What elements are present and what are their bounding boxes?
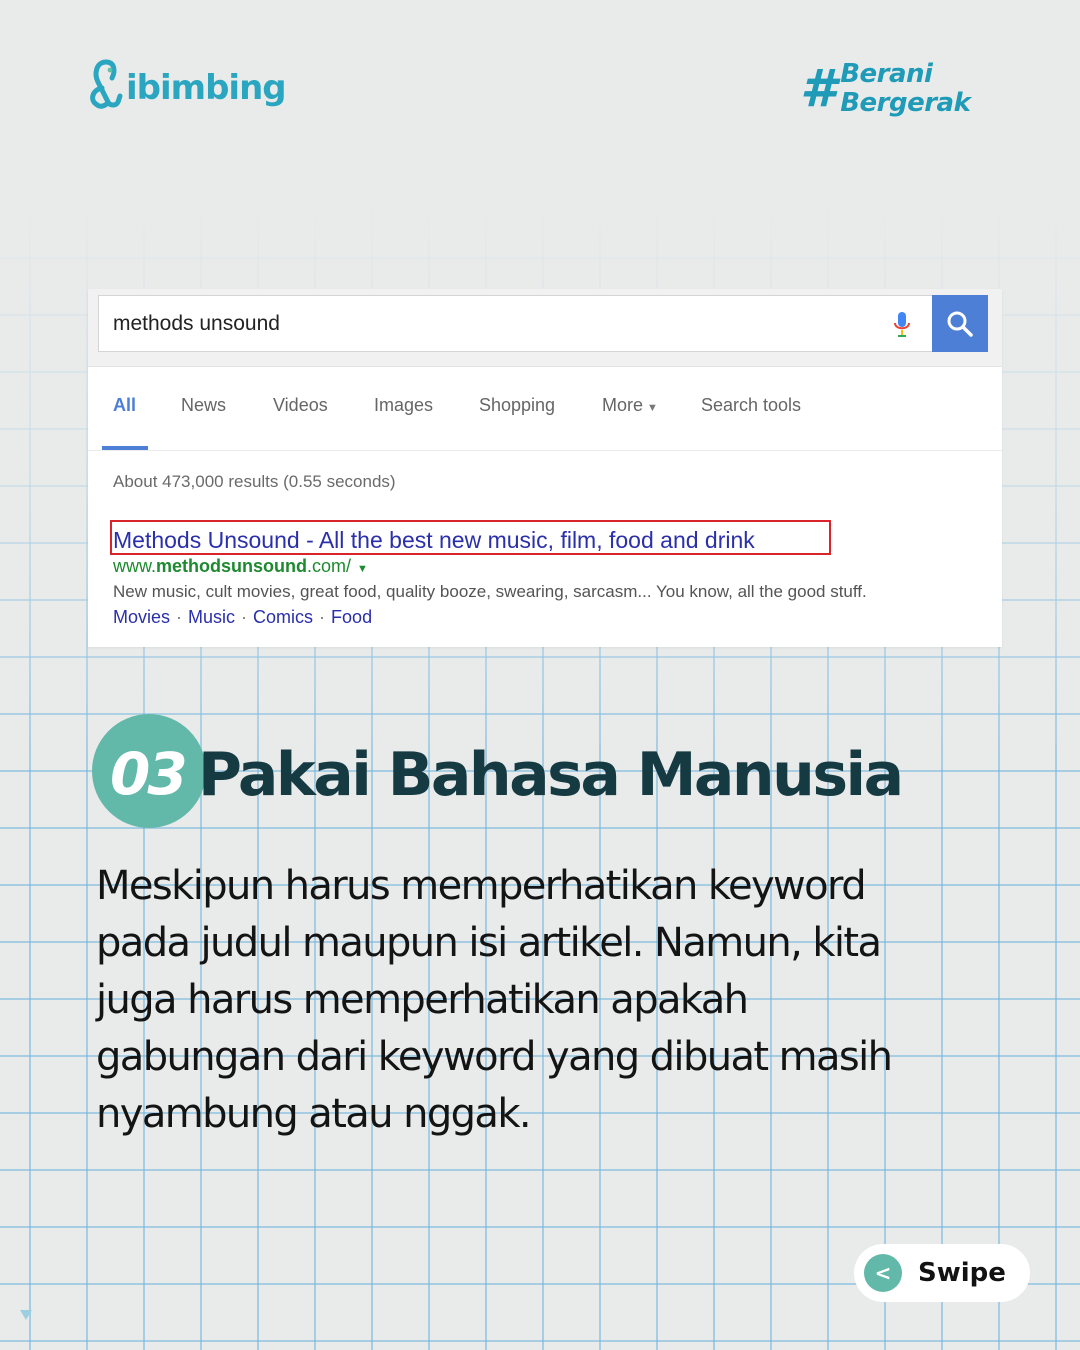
url-prefix: www. — [113, 556, 157, 576]
body-line: gabungan dari keyword yang dibuat masih — [96, 1034, 893, 1080]
tab-more-label: More — [602, 395, 644, 415]
ibimbing-logo-icon — [90, 59, 123, 109]
search-button[interactable] — [932, 295, 988, 352]
microphone-icon[interactable] — [891, 310, 913, 340]
corner-triangle-icon — [20, 1310, 32, 1320]
search-input[interactable]: methods unsound — [98, 295, 932, 352]
separator: · — [319, 607, 326, 627]
body-line: nyambung atau nggak. — [96, 1091, 532, 1137]
sitelinks: Movies · Music · Comics · Food — [113, 607, 372, 628]
section-body: Meskipun harus memperhatikan keyword pad… — [96, 858, 1016, 1143]
swipe-label: Swipe — [918, 1258, 1006, 1288]
url-suffix: .com/ — [307, 556, 352, 576]
url-domain: methodsunsound — [156, 556, 308, 576]
tab-news[interactable]: News — [181, 395, 226, 416]
search-icon — [947, 311, 973, 337]
sitelink-music[interactable]: Music — [188, 607, 235, 627]
section-title: Pakai Bahasa Manusia — [198, 740, 904, 810]
tab-more[interactable]: More ▼ — [602, 395, 658, 416]
hashtag-line-1: Berani — [840, 59, 933, 89]
result-stats: About 473,000 results (0.55 seconds) — [113, 472, 396, 491]
result-title-link[interactable]: Methods Unsound - All the best new music… — [113, 527, 755, 554]
active-tab-indicator — [102, 446, 148, 450]
hashtag-words: Berani Bergerak — [840, 59, 971, 118]
sitelink-movies[interactable]: Movies — [113, 607, 170, 627]
chevron-left-icon: < — [864, 1254, 902, 1292]
sitelink-comics[interactable]: Comics — [253, 607, 313, 627]
separator: · — [241, 607, 248, 627]
search-header: methods unsound — [88, 289, 1002, 367]
search-screenshot: methods unsound All News Videos Images S… — [88, 289, 1002, 647]
body-line: juga harus memperhatikan apakah — [96, 977, 749, 1023]
hashtag-line-2: Bergerak — [840, 88, 971, 118]
body-line: Meskipun harus memperhatikan keyword — [96, 863, 867, 909]
swipe-button[interactable]: < Swipe — [854, 1244, 1030, 1302]
result-snippet: New music, cult movies, great food, qual… — [113, 582, 867, 601]
separator: · — [176, 607, 183, 627]
tab-images[interactable]: Images — [374, 395, 433, 416]
caret-down-icon: ▼ — [647, 402, 658, 414]
search-tabs: All News Videos Images Shopping More ▼ Se… — [88, 367, 1002, 451]
brand-name: ibimbing — [126, 68, 287, 108]
sitelink-food[interactable]: Food — [331, 607, 372, 627]
result-url: www.methodsunsound.com/ ▼ — [113, 556, 368, 577]
ibimbing-logo: ibimbing — [88, 58, 287, 112]
hashtag-logo: # Berani Bergerak — [800, 59, 971, 119]
section-number: 03 — [110, 740, 188, 808]
url-caret-icon[interactable]: ▼ — [357, 563, 368, 575]
tab-videos[interactable]: Videos — [273, 395, 328, 416]
tab-all[interactable]: All — [113, 395, 136, 416]
search-query: methods unsound — [113, 312, 280, 335]
tab-shopping[interactable]: Shopping — [479, 395, 555, 416]
body-line: pada judul maupun isi artikel. Namun, ki… — [96, 920, 882, 966]
hash-symbol: # — [800, 59, 837, 119]
tab-search-tools[interactable]: Search tools — [701, 395, 801, 416]
